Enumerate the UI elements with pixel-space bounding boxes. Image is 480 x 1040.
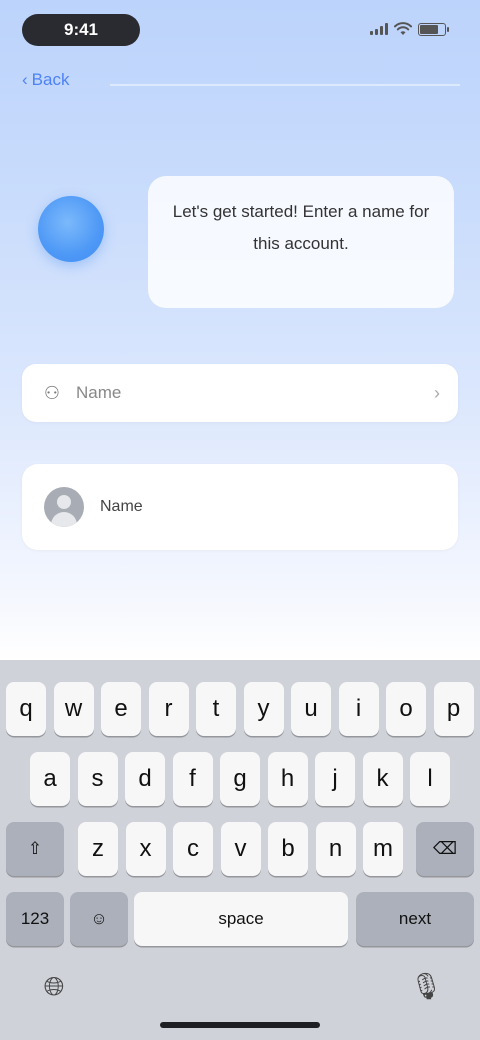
name-field[interactable]: ⚇ › <box>22 364 458 422</box>
key-r[interactable]: r <box>148 682 189 736</box>
status-icons <box>370 22 449 36</box>
status-bar: 9:41 <box>0 0 480 62</box>
key-h[interactable]: h <box>267 752 308 806</box>
keyboard-row-3: ⇧ ⌫ zxcvbnm <box>0 822 480 876</box>
assistant-message-text: Let's get started! Enter a name for this… <box>172 202 430 253</box>
chevron-right-icon: › <box>434 382 440 403</box>
key-c[interactable]: c <box>173 822 213 876</box>
assistant-message-bubble: Let's get started! Enter a name for this… <box>148 176 454 308</box>
home-indicator <box>160 1022 320 1028</box>
key-i[interactable]: i <box>338 682 379 736</box>
key-j[interactable]: j <box>315 752 355 806</box>
account-avatar-icon <box>44 487 84 527</box>
keyboard-row-1: qwertyuiop <box>0 682 480 736</box>
key-p[interactable]: p <box>433 682 474 736</box>
keyboard-row-2: asdfghjkl <box>0 752 480 806</box>
status-time: 9:41 <box>63 20 99 39</box>
key-x[interactable]: x <box>125 822 166 876</box>
key-d[interactable]: d <box>125 752 165 806</box>
key-u[interactable]: u <box>291 682 331 736</box>
key-v[interactable]: v <box>220 822 261 876</box>
microphone-icon[interactable]: 🎙︎ <box>408 968 444 1004</box>
account-name: Name <box>100 498 143 515</box>
key-n[interactable]: n <box>315 822 356 876</box>
key-z[interactable]: z <box>78 822 118 876</box>
delete-key[interactable]: ⌫ <box>416 822 474 876</box>
key-e[interactable]: e <box>101 682 141 736</box>
key-m[interactable]: m <box>363 822 403 876</box>
key-w[interactable]: w <box>53 682 94 736</box>
key-t[interactable]: t <box>196 682 236 736</box>
keyboard-bottom-bar: 🌐︎ 🎙︎ <box>0 950 480 1040</box>
signal-icon <box>370 23 388 35</box>
key-a[interactable]: a <box>30 752 70 806</box>
key-k[interactable]: k <box>362 752 403 806</box>
battery-icon <box>418 22 449 36</box>
globe-icon[interactable]: 🌐︎ <box>36 968 72 1004</box>
name-input[interactable] <box>74 382 434 404</box>
key-b[interactable]: b <box>268 822 308 876</box>
back-button-label: Back <box>31 70 70 89</box>
chevron-left-icon: ‹ <box>22 70 28 89</box>
account-card[interactable]: Name <box>22 464 458 550</box>
keyboard-row-4: 123 ☺ space next <box>0 892 480 946</box>
shift-key[interactable]: ⇧ <box>6 822 64 876</box>
key-s[interactable]: s <box>77 752 118 806</box>
key-q[interactable]: q <box>6 682 46 736</box>
background-gradient <box>0 0 480 660</box>
keyboard: qwertyuiop asdfghjkl ⇧ ⌫ zxcvbnm 123 ☺ s… <box>0 660 480 1040</box>
person-icon: ⚇ <box>43 383 61 403</box>
key-o[interactable]: o <box>386 682 426 736</box>
assistant-avatar <box>38 196 104 262</box>
space-key[interactable]: space <box>134 892 348 946</box>
key-y[interactable]: y <box>243 682 284 736</box>
wifi-icon <box>394 22 412 35</box>
back-button[interactable]: ‹ Back <box>22 66 69 94</box>
next-key[interactable]: next <box>356 892 474 946</box>
key-l[interactable]: l <box>410 752 450 806</box>
emoji-key[interactable]: ☺ <box>70 892 128 946</box>
key-f[interactable]: f <box>172 752 213 806</box>
nav-divider <box>110 84 460 86</box>
numbers-key[interactable]: 123 <box>6 892 64 946</box>
key-g[interactable]: g <box>220 752 260 806</box>
